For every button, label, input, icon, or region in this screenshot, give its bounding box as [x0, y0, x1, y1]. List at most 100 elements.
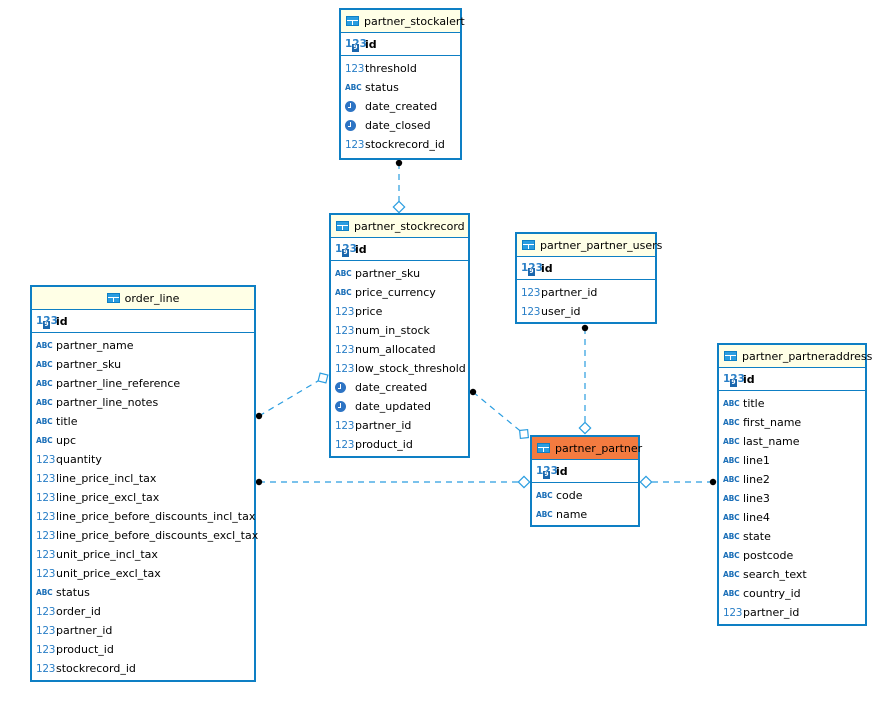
entity-order-line[interactable]: order_line1239idABCpartner_nameABCpartne… [30, 285, 258, 682]
column-row[interactable]: ABC partner_line_notes [32, 393, 254, 412]
column-name: unit_price_incl_tax [56, 548, 158, 561]
datetime-type-icon [345, 120, 362, 131]
entity-header[interactable]: partner_partneraddress [719, 345, 872, 368]
numeric-type-icon: 123 [345, 138, 365, 151]
column-name: price [355, 305, 383, 318]
column-row[interactable]: date_updated [331, 397, 468, 416]
primary-key-row[interactable]: 1239id [532, 460, 638, 483]
column-row[interactable]: 123 unit_price_excl_tax [32, 564, 254, 583]
column-row[interactable]: ABC title [32, 412, 254, 431]
column-row[interactable]: ABC title [719, 394, 865, 413]
column-row[interactable]: ABC line2 [719, 470, 865, 489]
primary-key-row[interactable]: 1239id [331, 238, 468, 261]
column-row[interactable]: 123 num_allocated [331, 340, 468, 359]
primary-key-row[interactable]: 1239id [719, 368, 865, 391]
column-row[interactable]: ABC code [532, 486, 638, 505]
datetime-type-icon [335, 401, 352, 412]
column-row[interactable]: 123 product_id [331, 435, 468, 454]
column-name: partner_id [743, 606, 800, 619]
primary-key-icon: 1239 [723, 373, 745, 387]
column-row[interactable]: 123 price [331, 302, 468, 321]
entity-header[interactable]: order_line [32, 287, 254, 310]
relationship-stockalert-stockrecord[interactable] [392, 159, 406, 214]
column-row[interactable]: ABC first_name [719, 413, 865, 432]
column-row[interactable]: ABC partner_line_reference [32, 374, 254, 393]
column-row[interactable]: ABC status [341, 78, 460, 97]
column-name: name [556, 508, 588, 521]
primary-key-row[interactable]: 1239id [32, 310, 254, 333]
column-row[interactable]: 123 line_price_before_discounts_excl_tax [32, 526, 258, 545]
column-row[interactable]: ABC status [32, 583, 254, 602]
column-row[interactable]: ABC line1 [719, 451, 865, 470]
column-row[interactable]: ABC partner_sku [32, 355, 254, 374]
column-list: ABC code ABC name [532, 483, 638, 526]
column-row[interactable]: ABC upc [32, 431, 254, 450]
column-row[interactable]: 123 stockrecord_id [32, 659, 254, 678]
column-row[interactable]: 123 low_stock_threshold [331, 359, 468, 378]
entity-partner-partner-users[interactable]: partner_partner_users 1239id 123partner_id… [515, 232, 662, 324]
column-row[interactable]: ABC state [719, 527, 865, 546]
column-row[interactable]: ABC partner_sku [331, 264, 468, 283]
entity-partner-partner[interactable]: partner_partner1239idABCcodeABCname [530, 435, 642, 527]
column-row[interactable]: date_created [341, 97, 460, 116]
column-row[interactable]: 123 stockrecord_id [341, 135, 460, 154]
column-row[interactable]: 123 order_id [32, 602, 254, 621]
text-type-icon: ABC [536, 510, 553, 519]
column-name: line_price_before_discounts_incl_tax [56, 510, 256, 523]
column-row[interactable]: 123 product_id [32, 640, 254, 659]
text-type-icon: ABC [36, 379, 53, 388]
column-row[interactable]: ABC name [532, 505, 638, 524]
column-row[interactable]: 123 unit_price_incl_tax [32, 545, 254, 564]
relationship-partneraddress-partner[interactable] [639, 475, 717, 489]
column-row[interactable]: 123 num_in_stock [331, 321, 468, 340]
entity-title: order_line [124, 291, 180, 305]
relationship-order_line-stockrecord[interactable] [255, 372, 329, 420]
column-row[interactable]: 123 partner_id [32, 621, 254, 640]
text-type-icon: ABC [36, 417, 53, 426]
entity-partner-stockrecord[interactable]: partner_stockrecord1239id ABCpartner_skuA… [329, 213, 470, 458]
column-row[interactable]: 123 quantity [32, 450, 254, 469]
entity-header[interactable]: partner_stockalert [341, 10, 465, 33]
column-row[interactable]: 123 line_price_before_discounts_incl_tax [32, 507, 256, 526]
column-row[interactable]: ABC line4 [719, 508, 865, 527]
column-row[interactable]: date_closed [341, 116, 460, 135]
entity-header[interactable]: partner_partner_users [517, 234, 662, 257]
column-row[interactable]: ABC partner_name [32, 336, 254, 355]
entity-header[interactable]: partner_stockrecord [331, 215, 468, 238]
entity-title: partner_partner [555, 441, 643, 455]
column-row[interactable]: 123 partner_id [517, 283, 655, 302]
column-name: line3 [743, 492, 770, 505]
column-row[interactable]: 123 line_price_excl_tax [32, 488, 254, 507]
column-row[interactable]: 123 line_price_incl_tax [32, 469, 254, 488]
column-name: threshold [365, 62, 417, 75]
column-row[interactable]: 123 threshold [341, 59, 460, 78]
column-name: first_name [743, 416, 802, 429]
relationship-order_line-partner[interactable] [255, 475, 531, 489]
column-row[interactable]: 123 partner_id [719, 603, 865, 622]
numeric-type-icon: 123 [36, 624, 56, 637]
column-row[interactable]: ABC last_name [719, 432, 865, 451]
column-list: 123 threshold ABC status date_created date_cl… [341, 56, 460, 156]
primary-key-row[interactable]: 1239id [517, 257, 655, 280]
column-row[interactable]: ABC line3 [719, 489, 865, 508]
column-row[interactable]: 123 partner_id [331, 416, 468, 435]
entity-header[interactable]: partner_partner [532, 437, 642, 460]
relationship-partner_users-partner[interactable] [578, 324, 592, 435]
column-row[interactable]: ABC country_id [719, 584, 865, 603]
numeric-type-icon: 123 [335, 324, 355, 337]
table-icon [346, 16, 359, 26]
column-list: ABC partner_name ABC partner_sku ABC partner_… [32, 333, 258, 680]
column-row[interactable]: ABC postcode [719, 546, 865, 565]
column-row[interactable]: date_created [331, 378, 468, 397]
column-row[interactable]: 123 user_id [517, 302, 655, 321]
entity-partner-stockalert[interactable]: partner_stockalert1239id123thresholdABCs… [339, 8, 465, 160]
relationship-stockrecord-partner[interactable] [469, 388, 530, 440]
entity-partner-partneraddress[interactable]: partner_partneraddress1239id ABCtitleABCf… [717, 343, 872, 626]
fk-end-dot [581, 324, 589, 332]
column-name: date_closed [365, 119, 431, 132]
numeric-type-icon: 123 [36, 605, 56, 618]
primary-key-row[interactable]: 1239id [341, 33, 460, 56]
numeric-type-icon: 123 [335, 438, 355, 451]
column-row[interactable]: ABC search_text [719, 565, 865, 584]
column-row[interactable]: ABC price_currency [331, 283, 468, 302]
